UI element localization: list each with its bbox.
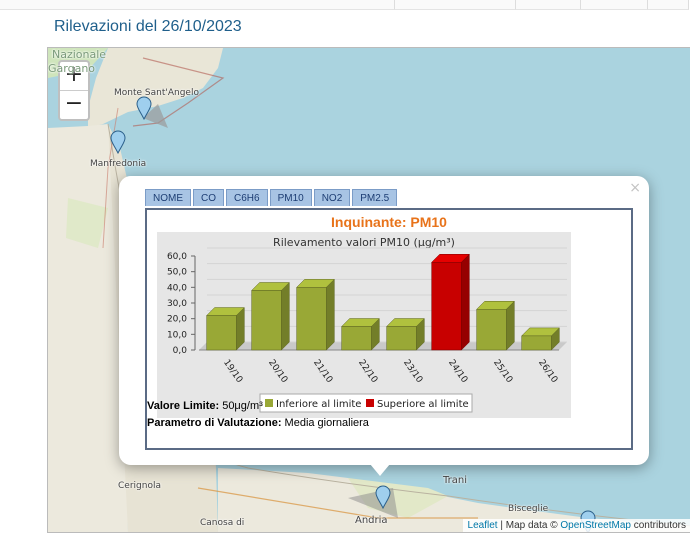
close-icon[interactable]: × bbox=[629, 180, 641, 196]
station-marker-icon[interactable] bbox=[375, 485, 391, 509]
nav-segment[interactable] bbox=[516, 0, 581, 10]
place-label: Andria bbox=[355, 515, 388, 526]
evaluation-param-row: Parametro di Valutazione: Media giornali… bbox=[147, 417, 369, 429]
tab-panel-pm10: Inquinante: PM10 Rilevamento valori PM10… bbox=[145, 208, 633, 450]
y-tick-label: 40,0 bbox=[167, 283, 187, 293]
pm10-bar-chart: Rilevamento valori PM10 (μg/m³) 60,0 50,0 4… bbox=[157, 232, 571, 418]
map-attribution: Leaflet | Map data © OpenStreetMap contr… bbox=[462, 519, 690, 532]
param-value: Media giornaliera bbox=[281, 417, 369, 429]
legend-label-below: Inferiore al limite bbox=[276, 399, 361, 410]
legend-swatch-below bbox=[265, 399, 273, 407]
bar-side bbox=[506, 300, 515, 351]
attribution-suffix: contributors bbox=[630, 520, 686, 531]
place-label: Trani bbox=[443, 475, 467, 486]
limit-value: 50μg/m³ bbox=[219, 400, 263, 412]
bar-side bbox=[461, 253, 470, 351]
tab-nome[interactable]: NOME bbox=[145, 189, 191, 206]
y-tick-label: 0,0 bbox=[173, 346, 188, 356]
y-tick-label: 20,0 bbox=[167, 315, 187, 325]
tab-c6h6[interactable]: C6H6 bbox=[226, 189, 268, 206]
place-label: Nazionale bbox=[52, 48, 107, 61]
top-nav-strip bbox=[0, 0, 690, 10]
bar bbox=[296, 287, 327, 351]
y-tick-label: 50,0 bbox=[167, 268, 187, 278]
y-tick-label: 30,0 bbox=[167, 299, 187, 309]
bar bbox=[386, 326, 417, 351]
bar-side bbox=[281, 281, 290, 351]
nav-segment[interactable] bbox=[581, 0, 648, 10]
zoom-out-button[interactable]: − bbox=[60, 91, 88, 119]
bar bbox=[206, 315, 237, 351]
bar bbox=[251, 290, 282, 351]
pollutant-title: Inquinante: PM10 bbox=[331, 214, 447, 230]
attribution-separator: | Map data © bbox=[497, 520, 561, 531]
map-view[interactable]: + − Nazionale Gargano Monte Sant'Angelo … bbox=[47, 47, 690, 533]
place-label: Cerignola bbox=[118, 481, 161, 491]
bar bbox=[476, 309, 507, 351]
tab-co[interactable]: CO bbox=[193, 189, 224, 206]
tab-pm25[interactable]: PM2.5 bbox=[352, 189, 398, 206]
pollutant-tabs: NOME CO C6H6 PM10 NO2 PM2.5 bbox=[145, 189, 399, 206]
y-tick-label: 60,0 bbox=[167, 252, 187, 262]
place-label: Bisceglie bbox=[508, 504, 549, 514]
legend-swatch-above bbox=[366, 399, 374, 407]
nav-segment[interactable] bbox=[395, 0, 516, 10]
bar bbox=[521, 335, 552, 351]
nav-segment[interactable] bbox=[648, 0, 689, 10]
limit-label: Valore Limite: bbox=[147, 400, 220, 412]
chart-title: Rilevamento valori PM10 (μg/m³) bbox=[273, 236, 455, 249]
station-popup: × NOME CO C6H6 PM10 NO2 PM2.5 Inquinante… bbox=[119, 176, 649, 465]
place-label: Canosa di bbox=[200, 518, 245, 528]
station-marker-icon[interactable] bbox=[110, 130, 126, 154]
leaflet-link[interactable]: Leaflet bbox=[468, 520, 498, 531]
limit-value-row: Valore Limite: 50μg/m³ bbox=[147, 400, 263, 412]
place-label: Manfredonia bbox=[90, 159, 147, 169]
param-label: Parametro di Valutazione: bbox=[147, 417, 282, 429]
popup-tip bbox=[370, 464, 390, 476]
place-label: Gargano bbox=[48, 62, 96, 75]
bar-side bbox=[326, 278, 335, 351]
station-marker-icon[interactable] bbox=[136, 96, 152, 120]
y-tick-label: 10,0 bbox=[167, 330, 187, 340]
bar bbox=[341, 326, 372, 351]
page-title: Rilevazioni del 26/10/2023 bbox=[54, 18, 242, 35]
osm-link[interactable]: OpenStreetMap bbox=[560, 520, 631, 531]
place-label: Monte Sant'Angelo bbox=[114, 88, 199, 98]
nav-segment[interactable] bbox=[0, 0, 395, 10]
tab-no2[interactable]: NO2 bbox=[313, 189, 351, 206]
bar bbox=[431, 262, 462, 351]
tab-pm10[interactable]: PM10 bbox=[269, 189, 312, 206]
legend-label-above: Superiore al limite bbox=[377, 399, 469, 410]
